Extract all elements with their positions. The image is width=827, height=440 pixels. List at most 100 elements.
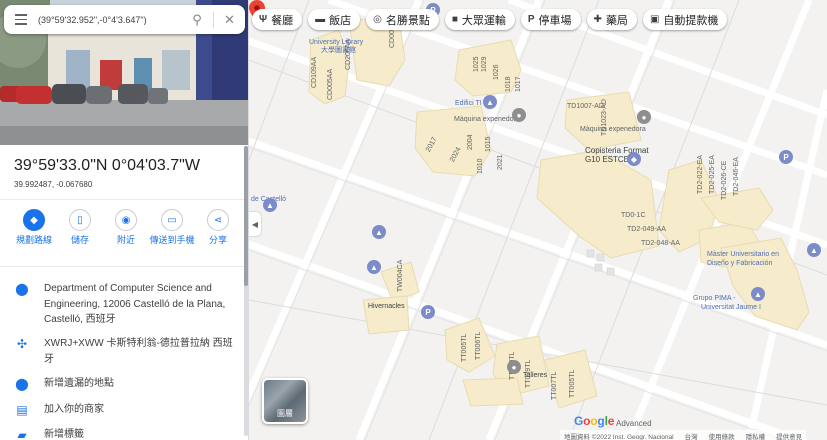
add-missing-place-row[interactable]: ⬤ 新增遺漏的地點: [0, 376, 248, 392]
map-label-building-code: 2021: [497, 154, 504, 170]
add-business-text: 加入你的商家: [44, 404, 104, 415]
map-label-maquina-1: Màquina expenedora: [454, 116, 520, 123]
add-place-icon: ⬤: [15, 377, 29, 391]
map-label-master-2[interactable]: Diseño y Fabricación: [707, 260, 772, 268]
chip-restaurants[interactable]: Ψ 餐廳: [252, 9, 303, 30]
map-label-building-code: TT006TL: [475, 331, 482, 360]
university-marker[interactable]: ▲: [367, 260, 381, 274]
university-marker[interactable]: ▲: [483, 95, 497, 109]
pharmacy-icon: ✚: [593, 14, 602, 25]
label-icon: ▰: [17, 428, 27, 440]
add-label-text: 新增標籤: [44, 429, 84, 440]
chip-transit[interactable]: ■ 大眾運輸: [444, 9, 515, 30]
shop-marker[interactable]: ◆: [627, 152, 641, 166]
chip-attractions[interactable]: ◎ 名勝景點: [366, 9, 439, 30]
save-button[interactable]: ▯ 儲存: [57, 209, 103, 246]
transit-icon: ■: [451, 14, 458, 25]
map-label-building-code: CD109AA: [311, 56, 318, 88]
university-marker[interactable]: ▲: [751, 287, 765, 301]
chip-parking[interactable]: P 停車場: [520, 9, 581, 30]
directions-icon: ◆: [23, 209, 45, 231]
search-icon[interactable]: ⚲: [181, 12, 213, 28]
category-chips: Ψ 餐廳 ▬ 飯店 ◎ 名勝景點 ■ 大眾運輸 P 停車場 ✚ 藥局 ▣ 自動提款機: [252, 9, 728, 30]
menu-icon[interactable]: [4, 14, 38, 25]
map-label-building-code: CD206AA: [345, 38, 352, 70]
university-marker[interactable]: ▲: [807, 243, 821, 257]
map-label-edifici-ti[interactable]: Edifici TI: [455, 100, 482, 108]
parking-marker[interactable]: P: [421, 305, 435, 319]
decimal-coordinates[interactable]: 39.992487, -0.067680: [14, 180, 92, 189]
add-business-row[interactable]: ▤ 加入你的商家: [0, 402, 248, 418]
add-missing-place-text: 新增遺漏的地點: [44, 378, 114, 389]
map-label-building-code: 1018: [505, 76, 512, 92]
map-label-building-code: TT007TL: [551, 371, 558, 400]
divider: [0, 199, 248, 200]
chip-hotels[interactable]: ▬ 飯店: [308, 9, 361, 30]
chip-label: 停車場: [538, 14, 572, 27]
collapse-panel-button[interactable]: ◀: [249, 211, 262, 237]
restaurant-icon: Ψ: [259, 14, 268, 25]
region-link[interactable]: 台灣: [685, 431, 698, 440]
map-label-building-code: TT005TL: [569, 369, 576, 398]
plus-code-text: XWRJ+XWW 卡斯特利翁-德拉普拉納 西班牙: [44, 338, 233, 365]
place-panel: ⚲ ✕ 39°59'33.0"N 0°04'03.7"W 39.992487, …: [0, 0, 249, 440]
map-label-building-code: TT009TL: [525, 359, 532, 388]
action-label: 傳送到手機: [149, 235, 195, 245]
map-label-building-code: TD2-048-AA: [641, 240, 680, 247]
map-label-building-code: TD2-046-EA: [733, 157, 740, 196]
map-label-maquina-2: Màquina expenedora: [580, 126, 646, 133]
share-icon: ⋖: [207, 209, 229, 231]
vending-marker[interactable]: ●: [512, 108, 526, 122]
chip-label: 大眾運輸: [461, 14, 506, 27]
map-data-credit: 地圖資料 ©2022 Inst. Geogr. Nacional: [564, 434, 674, 440]
address-row[interactable]: ⬤ Department of Computer Science and Eng…: [0, 281, 248, 328]
map-label-universitat[interactable]: Universitat Jaume I: [701, 304, 761, 312]
university-marker[interactable]: ▲: [372, 225, 386, 239]
workshop-marker[interactable]: ●: [507, 360, 521, 374]
parking-icon: P: [527, 14, 535, 25]
atm-icon: ▣: [649, 14, 660, 25]
vending-marker[interactable]: ●: [637, 110, 651, 124]
send-to-phone-button[interactable]: ▭ 傳送到手機: [149, 209, 195, 246]
action-bar: ◆ 規劃路線 ▯ 儲存 ◉ 附近 ▭ 傳送到手機 ⋖ 分享: [11, 209, 241, 246]
chip-atm[interactable]: ▣ 自動提款機: [642, 9, 728, 30]
map-canvas[interactable]: University Library 大學圖書館 Edifici TI Màqu…: [249, 0, 827, 440]
map-label-building-code: TD2-049-AA: [627, 226, 666, 233]
terms-link[interactable]: 使用條款: [709, 431, 735, 440]
map-label-building-code: 1010: [477, 158, 484, 174]
feedback-link[interactable]: 提供意見: [776, 431, 802, 440]
storefront-icon: ▤: [16, 403, 28, 417]
search-input[interactable]: [38, 14, 181, 25]
map-label-master-1[interactable]: Màster Universitario en: [707, 251, 779, 259]
map-label-g10[interactable]: G10 ESTCE: [585, 155, 629, 164]
parking-marker[interactable]: P: [779, 150, 793, 164]
location-pin-icon: ⬤: [15, 282, 29, 296]
map-label-building-code: TD2-026-CE: [721, 160, 728, 200]
plus-code-row[interactable]: ✣ XWRJ+XWW 卡斯特利翁-德拉普拉納 西班牙: [0, 336, 248, 367]
action-label: 附近: [116, 235, 135, 245]
layers-button[interactable]: 圖層: [262, 378, 308, 424]
bookmark-icon: ▯: [69, 209, 91, 231]
chip-pharmacy[interactable]: ✚ 藥局: [586, 9, 637, 30]
add-label-row[interactable]: ▰ 新增標籤: [0, 427, 248, 440]
map-label-building-code: TD2-025-EA: [709, 155, 716, 194]
map-label-building-code: TD1007-AD: [567, 103, 604, 110]
nearby-icon: ◉: [115, 209, 137, 231]
close-icon[interactable]: ✕: [213, 11, 245, 28]
share-button[interactable]: ⋖ 分享: [195, 209, 241, 246]
privacy-link[interactable]: 隱私權: [746, 431, 766, 440]
nearby-button[interactable]: ◉ 附近: [103, 209, 149, 246]
map-label-advanced: Advanced: [616, 419, 652, 428]
map-label-building-code: 1029: [481, 56, 488, 72]
map-label-building-code: TD0-1C: [621, 212, 646, 219]
map-label-building-code: TT005TL: [461, 333, 468, 362]
panel-scrollbar-thumb[interactable]: [244, 146, 248, 286]
action-label: 分享: [208, 235, 227, 245]
directions-button[interactable]: ◆ 規劃路線: [11, 209, 57, 246]
map-label-university-library[interactable]: University Library: [309, 39, 363, 47]
university-marker[interactable]: ▲: [263, 198, 277, 212]
map-label-building-code: 1025: [473, 56, 480, 72]
hotel-icon: ▬: [315, 14, 326, 25]
map-label-building-code: 1026: [493, 64, 500, 80]
map-label-grupo-pima[interactable]: Grupo PIMA -: [693, 295, 735, 303]
